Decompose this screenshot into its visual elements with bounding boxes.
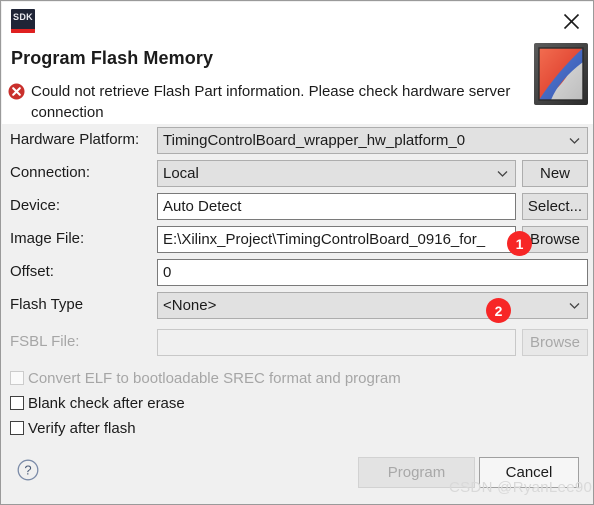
dialog-header: SDK Program Flash Memory Could not retri… xyxy=(2,2,593,124)
page-title: Program Flash Memory xyxy=(11,48,214,68)
sdk-icon-label: SDK xyxy=(13,12,33,22)
new-connection-button[interactable]: New xyxy=(522,160,588,187)
label-flash-type: Flash Type xyxy=(10,296,84,313)
select-device-button[interactable]: Select... xyxy=(522,193,588,220)
label-offset: Offset: xyxy=(10,263,54,280)
row-fsbl-file: FSBL File: Browse xyxy=(2,329,593,359)
annotation-badge-2: 2 xyxy=(486,298,511,323)
flash-type-value: <None> xyxy=(163,297,217,314)
hardware-platform-dropdown[interactable]: TimingControlBoard_wrapper_hw_platform_0 xyxy=(157,127,588,154)
sdk-app-icon: SDK xyxy=(11,9,35,33)
checkbox-row-blank-check[interactable]: Blank check after erase xyxy=(2,392,185,414)
image-file-input[interactable]: E:\Xilinx_Project\TimingControlBoard_091… xyxy=(157,226,516,253)
connection-value: Local xyxy=(163,165,199,182)
close-icon xyxy=(563,13,579,29)
connection-dropdown[interactable]: Local xyxy=(157,160,516,187)
close-button[interactable] xyxy=(556,7,586,35)
browse-fsbl-file-button: Browse xyxy=(522,329,588,356)
row-image-file: Image File: E:\Xilinx_Project\TimingCont… xyxy=(2,226,593,256)
program-flash-memory-dialog: SDK Program Flash Memory Could not retri… xyxy=(0,0,594,505)
label-image-file: Image File: xyxy=(10,230,85,247)
row-connection: Connection: Local New xyxy=(2,160,593,190)
fsbl-file-input xyxy=(157,329,516,356)
annotation-badge-1: 1 xyxy=(507,231,532,256)
chevron-down-icon xyxy=(497,170,508,177)
verify-after-flash-label: Verify after flash xyxy=(28,419,136,437)
watermark: CSDN @RyanLee90 xyxy=(449,479,593,496)
label-fsbl-file: FSBL File: xyxy=(10,333,80,350)
flash-type-dropdown[interactable]: <None> xyxy=(157,292,588,319)
convert-elf-label: Convert ELF to bootloadable SREC format … xyxy=(28,369,401,387)
xilinx-logo-icon xyxy=(534,43,588,105)
checkbox-row-convert-elf: Convert ELF to bootloadable SREC format … xyxy=(2,367,401,389)
blank-check-after-erase-checkbox[interactable] xyxy=(10,396,24,410)
row-offset: Offset: 0 xyxy=(2,259,593,289)
verify-after-flash-checkbox[interactable] xyxy=(10,421,24,435)
chevron-down-icon xyxy=(569,302,580,309)
label-connection: Connection: xyxy=(10,164,91,181)
svg-text:?: ? xyxy=(24,463,31,478)
label-device: Device: xyxy=(10,197,61,214)
error-message: Could not retrieve Flash Part informatio… xyxy=(31,83,511,121)
row-device: Device: Auto Detect Select... xyxy=(2,193,593,223)
sdk-icon-red-bar xyxy=(11,29,35,33)
offset-input[interactable]: 0 xyxy=(157,259,588,286)
checkbox-row-verify[interactable]: Verify after flash xyxy=(2,417,136,439)
convert-elf-checkbox xyxy=(10,371,24,385)
label-hardware-platform: Hardware Platform: xyxy=(10,131,140,148)
help-icon[interactable]: ? xyxy=(17,459,39,481)
browse-image-file-button[interactable]: Browse xyxy=(522,226,588,253)
hardware-platform-value: TimingControlBoard_wrapper_hw_platform_0 xyxy=(163,132,466,149)
blank-check-after-erase-label: Blank check after erase xyxy=(28,394,185,412)
row-hardware-platform: Hardware Platform: TimingControlBoard_wr… xyxy=(2,127,593,157)
chevron-down-icon xyxy=(569,137,580,144)
device-input[interactable]: Auto Detect xyxy=(157,193,516,220)
error-icon xyxy=(8,83,25,100)
